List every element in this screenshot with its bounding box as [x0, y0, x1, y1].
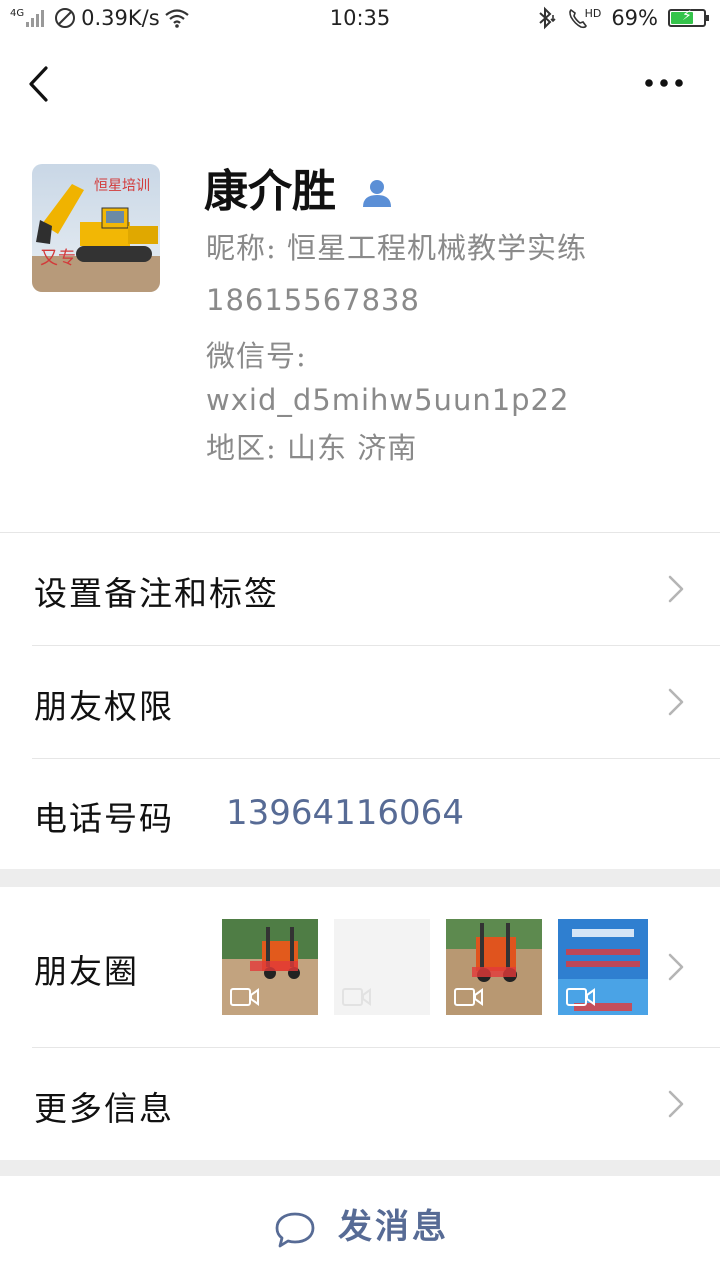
charging-icon: ⚡ [682, 8, 692, 24]
row-phone-number[interactable]: 电话号码 13964116064 [0, 759, 720, 869]
video-camera-icon [342, 988, 371, 1006]
battery-icon: ⚡ [668, 8, 709, 27]
moments-thumbnail[interactable] [446, 919, 542, 1015]
chevron-right-icon [668, 953, 684, 981]
video-camera-icon [230, 988, 259, 1006]
permissions-label: 朋友权限 [34, 687, 174, 726]
chevron-right-icon [668, 575, 684, 603]
row-more-info[interactable]: 更多信息 [0, 1048, 720, 1160]
remarks-label: 设置备注和标签 [34, 574, 279, 613]
svg-text:又专: 又专 [40, 248, 76, 269]
phone-label: 电话号码 [34, 799, 174, 838]
moments-label: 朋友圈 [34, 952, 139, 991]
moments-thumbnail[interactable] [558, 919, 648, 1015]
avatar[interactable]: 恒星培训 又专 [32, 164, 160, 292]
chat-bubble-icon [275, 1212, 315, 1248]
status-bar: 4G 0.39K/s 10:35 HD 69% ⚡ [0, 0, 720, 36]
more-icon [645, 79, 683, 87]
wechat-id-label: 微信号: [206, 339, 307, 373]
bluetooth-icon [538, 6, 556, 30]
chevron-right-icon [668, 688, 684, 716]
section-gap [0, 1160, 720, 1176]
excavator-avatar-image: 恒星培训 又专 [32, 164, 160, 292]
video-camera-icon [454, 988, 483, 1006]
section-gap [0, 869, 720, 887]
wechat-id[interactable]: wxid_d5mihw5uun1p22 [206, 380, 569, 420]
back-arrow-icon [29, 66, 48, 102]
row-friend-permissions[interactable]: 朋友权限 [0, 646, 720, 758]
contact-name: 康介胜 [204, 166, 336, 217]
row-remarks-and-tags[interactable]: 设置备注和标签 [0, 533, 720, 645]
chevron-right-icon [668, 1090, 684, 1118]
video-camera-icon [566, 988, 595, 1006]
moments-thumbnail[interactable] [334, 919, 430, 1015]
battery-percent: 69% [611, 6, 658, 30]
back-button[interactable] [24, 62, 64, 106]
hd-badge: HD [584, 6, 602, 20]
region: 地区: 山东 济南 [206, 431, 418, 465]
profile-phone: 18615567838 [206, 283, 420, 317]
more-info-label: 更多信息 [34, 1089, 174, 1128]
more-button[interactable] [640, 68, 690, 98]
send-message-label: 发消息 [338, 1207, 449, 1247]
nickname: 昵称: 恒星工程机械教学实练 [206, 231, 587, 265]
svg-text:恒星培训: 恒星培训 [94, 178, 150, 194]
phone-number-link[interactable]: 13964116064 [226, 793, 464, 833]
send-message-button[interactable]: 发消息 [0, 1176, 720, 1280]
contact-person-icon [360, 176, 394, 210]
moments-thumbnail[interactable] [222, 919, 318, 1015]
